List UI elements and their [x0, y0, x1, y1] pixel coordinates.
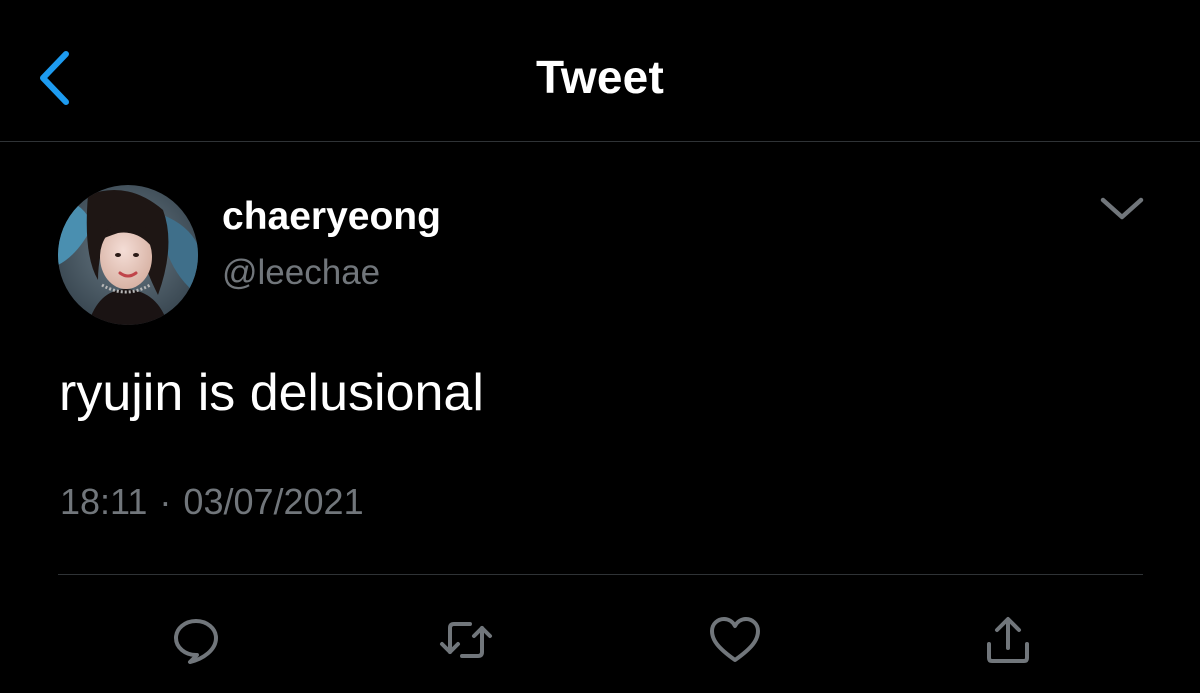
chevron-down-icon	[1100, 197, 1144, 220]
tweet-time[interactable]: 18:11	[60, 481, 147, 522]
divider	[58, 574, 1143, 575]
header-bar: Tweet	[0, 0, 1200, 142]
avatar[interactable]	[58, 185, 198, 325]
retweet-button[interactable]	[438, 612, 494, 668]
tweet-text: ryujin is delusional	[59, 364, 484, 422]
author-name[interactable]: chaeryeong	[222, 194, 441, 240]
profile-photo	[58, 185, 198, 325]
separator-dot: ·	[159, 481, 172, 522]
author-handle[interactable]: @leechae	[222, 252, 380, 294]
tweet-date[interactable]: 03/07/2021	[183, 481, 363, 522]
share-button[interactable]	[980, 612, 1036, 668]
share-icon	[987, 617, 1029, 663]
reply-icon	[174, 619, 218, 664]
retweet-icon	[440, 622, 492, 658]
reply-button[interactable]	[168, 612, 224, 668]
tweet-timestamp: 18:11 · 03/07/2021	[60, 480, 364, 524]
page-title: Tweet	[536, 51, 664, 103]
more-options-button[interactable]	[1092, 186, 1152, 232]
like-button[interactable]	[707, 612, 763, 668]
heart-icon	[710, 617, 760, 662]
